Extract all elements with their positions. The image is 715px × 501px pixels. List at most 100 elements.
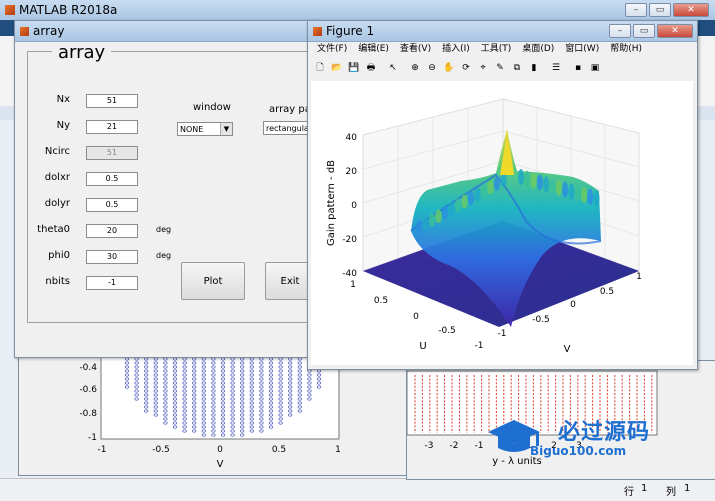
vtick-label: -1 xyxy=(498,329,507,339)
side-lobe xyxy=(454,198,462,213)
side-lobe xyxy=(474,187,481,202)
side-lobe xyxy=(487,180,494,195)
save-icon[interactable]: 💾 xyxy=(347,61,361,75)
menu-item-3[interactable]: 插入(I) xyxy=(442,44,470,54)
figure1-window[interactable]: Figure 1 – ▭ ✕ 文件(F) 编辑(E) 查看(V) 插入(I) 工具(T)… xyxy=(307,20,698,370)
ztick-label: -20 xyxy=(342,235,357,245)
xtick-label: 0.5 xyxy=(272,445,286,455)
menu-item-4[interactable]: 工具(T) xyxy=(481,44,512,54)
new-icon[interactable]: 🗋 xyxy=(313,61,327,75)
xtick-label: -1 xyxy=(98,445,107,455)
open-icon[interactable]: 📂 xyxy=(330,61,344,75)
pointer-icon[interactable]: ↖ xyxy=(386,61,400,75)
side-lobe xyxy=(428,212,436,227)
ztick-label: 40 xyxy=(346,133,358,143)
utick-label: -0.5 xyxy=(438,326,456,336)
back-left-xlabel: V xyxy=(217,459,224,470)
watermark-text: 必过源码 xyxy=(558,420,651,445)
datacursor-icon[interactable]: ⌖ xyxy=(476,61,490,75)
field-input-dolyr[interactable]: 0.5 xyxy=(86,198,138,212)
zoom-in-icon[interactable]: ⊕ xyxy=(408,61,422,75)
status-bar: 行 1 列 1 xyxy=(0,478,715,501)
figure-menubar: 文件(F) 编辑(E) 查看(V) 插入(I) 工具(T) 桌面(D) 窗口(W) 帮助(H) xyxy=(308,42,697,57)
matlab-logo-icon xyxy=(20,26,29,36)
status-col-value: 1 xyxy=(684,483,691,494)
xtick-label: 0 xyxy=(217,445,223,455)
menu-item-6[interactable]: 窗口(W) xyxy=(565,44,599,54)
menu-item-7[interactable]: 帮助(H) xyxy=(610,44,642,54)
field-label-theta0: theta0 xyxy=(37,224,70,235)
plot-button[interactable]: Plot xyxy=(181,262,245,300)
field-input-nx[interactable]: 51 xyxy=(86,94,138,108)
window-dropdown[interactable]: NONE ▼ xyxy=(177,122,233,136)
rotate-icon[interactable]: ⟳ xyxy=(459,61,473,75)
show-plot-icon[interactable]: ▣ xyxy=(588,61,602,75)
menu-item-5[interactable]: 桌面(D) xyxy=(522,44,554,54)
figure-logo-icon xyxy=(313,26,322,36)
back-left-yticks: -0.4 -0.6 -0.8 -1 xyxy=(79,363,97,443)
vtick-label: 0 xyxy=(570,300,576,310)
hide-plot-icon[interactable]: ▪ xyxy=(571,61,585,75)
side-lobe xyxy=(422,216,429,231)
side-lobe xyxy=(500,173,507,188)
field-input-theta0[interactable]: 20 xyxy=(86,224,138,238)
vtick-label: -0.5 xyxy=(532,315,550,325)
side-lobe xyxy=(480,184,488,198)
z-axis-ticks: 40 20 0 -20 -40 xyxy=(342,133,357,279)
brush-icon[interactable]: ✎ xyxy=(493,61,507,75)
print-icon[interactable]: 🖶 xyxy=(364,61,378,75)
close-button[interactable]: ✕ xyxy=(673,3,709,17)
watermark: 必过源码 Biguo100.com xyxy=(484,412,684,462)
field-input-nbits[interactable]: -1 xyxy=(86,276,138,290)
ytick-label: -0.8 xyxy=(79,409,97,419)
menu-item-1[interactable]: 编辑(E) xyxy=(358,44,389,54)
xtick-label: -3 xyxy=(425,441,434,451)
menu-item-2[interactable]: 查看(V) xyxy=(400,44,431,54)
field-input-ny[interactable]: 21 xyxy=(86,120,138,134)
zoom-out-icon[interactable]: ⊖ xyxy=(425,61,439,75)
figure-minimize-button[interactable]: – xyxy=(609,24,631,38)
field-input-dolxr[interactable]: 0.5 xyxy=(86,172,138,186)
ytick-label: -0.6 xyxy=(79,385,97,395)
figure-window-title: Figure 1 xyxy=(326,24,375,38)
field-label-nbits: nbits xyxy=(45,276,70,287)
side-lobe xyxy=(568,183,575,200)
array-pattern-dropdown[interactable]: rectangular xyxy=(263,121,313,135)
figure-toolbar: 🗋 📂 💾 🖶 ↖ ⊕ ⊖ ✋ ⟳ ⌖ ✎ ⧉ ▮ ☰ ▪ ▣ xyxy=(313,59,605,77)
u-axis-label: U xyxy=(419,341,426,352)
minimize-button[interactable]: – xyxy=(625,3,647,17)
legend-icon[interactable]: ☰ xyxy=(549,61,563,75)
figure-maximize-button[interactable]: ▭ xyxy=(633,24,655,38)
side-lobe xyxy=(581,187,587,203)
side-lobe xyxy=(524,170,531,187)
array-window[interactable]: array array window NONE ▼ array patt rec… xyxy=(14,20,319,358)
back-left-xticks: -1 -0.5 0 0.5 1 xyxy=(98,445,341,455)
figure-titlebar[interactable]: Figure 1 – ▭ ✕ xyxy=(308,21,697,42)
maximize-button[interactable]: ▭ xyxy=(649,3,671,17)
array-pattern-value: rectangular xyxy=(266,124,313,133)
menu-item-0[interactable]: 文件(F) xyxy=(317,44,347,54)
surface-plot[interactable]: 40 20 0 -20 -40 Gain pattern - dB 1 0.5 … xyxy=(311,81,693,365)
side-lobe xyxy=(441,205,449,220)
main-titlebar[interactable]: MATLAB R2018a – ▭ ✕ xyxy=(0,0,715,21)
window-label: window xyxy=(193,102,231,113)
utick-label: 0 xyxy=(413,312,419,322)
ytick-label: -0.4 xyxy=(79,363,97,373)
pan-icon[interactable]: ✋ xyxy=(442,61,456,75)
matlab-logo-icon xyxy=(5,5,15,15)
array-titlebar[interactable]: array xyxy=(15,21,315,42)
chevron-down-icon: ▼ xyxy=(220,123,232,135)
field-input-ncirc: 51 xyxy=(86,146,138,160)
status-col-label: 列 xyxy=(666,487,676,498)
figure-close-button[interactable]: ✕ xyxy=(657,24,693,38)
link-icon[interactable]: ⧉ xyxy=(510,61,524,75)
vtick-label: 1 xyxy=(636,272,642,282)
field-unit-theta0: deg xyxy=(156,225,172,234)
side-lobe xyxy=(448,202,455,216)
xtick-label: -1 xyxy=(475,441,484,451)
field-input-phi0[interactable]: 30 xyxy=(86,250,138,264)
side-lobe xyxy=(543,176,550,193)
colorbar-icon[interactable]: ▮ xyxy=(527,61,541,75)
utick-label: 1 xyxy=(350,280,356,290)
ztick-label: 20 xyxy=(346,167,358,177)
